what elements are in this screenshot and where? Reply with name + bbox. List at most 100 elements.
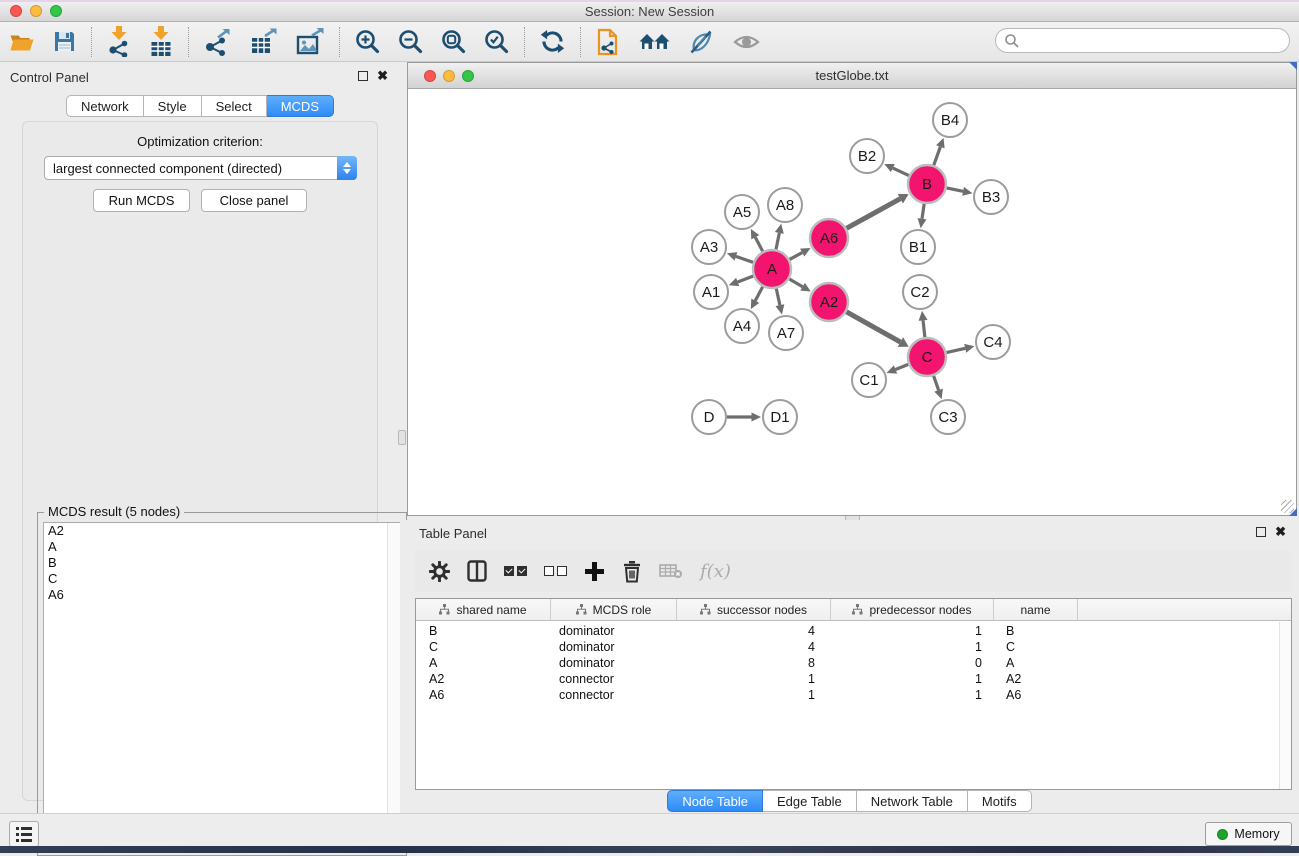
tab-network[interactable]: Network (66, 95, 144, 117)
graph-edge-A-A7[interactable] (776, 289, 780, 306)
tab-select[interactable]: Select (202, 95, 267, 117)
graph-edge-B-B4[interactable] (934, 147, 941, 165)
graph-edge-B-B1[interactable] (922, 204, 924, 219)
table-cell[interactable]: A6 (416, 687, 551, 703)
export-image-button[interactable] (287, 25, 333, 59)
graph-node-A8[interactable]: A8 (768, 188, 802, 222)
result-item[interactable]: A2 (44, 523, 400, 539)
table-cell[interactable]: B (416, 623, 551, 639)
graph-edge-B-B3[interactable] (947, 188, 963, 191)
table-cell[interactable]: dominator (551, 639, 677, 655)
search-field[interactable] (995, 28, 1290, 53)
graph-edge-C-C3[interactable] (934, 376, 939, 390)
zoom-out-button[interactable] (389, 25, 432, 59)
graph-node-A6[interactable]: A6 (810, 219, 848, 257)
graph-edge-A-A6[interactable] (790, 253, 803, 260)
tab-style[interactable]: Style (144, 95, 202, 117)
graph-edge-B-B2[interactable] (893, 168, 909, 175)
node-table[interactable]: shared nameMCDS rolesuccessor nodesprede… (415, 598, 1292, 790)
show-graphics-button[interactable] (724, 25, 769, 59)
graph-node-A2[interactable]: A2 (810, 283, 848, 321)
result-item[interactable]: A (44, 539, 400, 555)
close-panel-button[interactable]: Close panel (201, 189, 307, 212)
optimization-select[interactable]: largest connected component (directed) (44, 156, 357, 180)
result-scrollbar[interactable] (387, 523, 400, 849)
hide-annotations-button[interactable] (680, 25, 724, 59)
refresh-layout-button[interactable] (531, 25, 574, 59)
graph-node-C4[interactable]: C4 (976, 325, 1010, 359)
zoom-fit-button[interactable] (432, 25, 475, 59)
graph-edge-A-A3[interactable] (736, 256, 753, 262)
delete-table-button[interactable] (659, 563, 683, 579)
function-builder-button[interactable]: f(x) (700, 561, 731, 582)
new-network-from-selection-button[interactable] (587, 25, 630, 59)
graph-edge-A-A8[interactable] (776, 233, 779, 249)
tab-mcds[interactable]: MCDS (267, 95, 334, 117)
table-cell[interactable]: A (416, 655, 551, 671)
graph-node-D1[interactable]: D1 (763, 400, 797, 434)
column-header-name[interactable]: name (994, 599, 1078, 620)
float-panel-icon[interactable] (1256, 527, 1266, 537)
table-cell[interactable]: A2 (416, 671, 551, 687)
table-cell[interactable]: 1 (677, 671, 831, 687)
table-cell[interactable]: dominator (551, 655, 677, 671)
select-all-button[interactable] (504, 566, 527, 576)
graph-edge-A6-B[interactable] (847, 199, 901, 229)
graph-node-C2[interactable]: C2 (903, 275, 937, 309)
network-graph-canvas[interactable]: B4B2BB3A8A5A6A3B1AA1C2A2A4A7C4CC1DD1C3 (408, 89, 1294, 515)
close-panel-icon[interactable]: ✖ (1275, 527, 1286, 537)
table-cell[interactable]: dominator (551, 623, 677, 639)
graph-node-B2[interactable]: B2 (850, 139, 884, 173)
graph-node-A3[interactable]: A3 (692, 230, 726, 264)
export-table-button[interactable] (241, 25, 287, 59)
graph-node-C3[interactable]: C3 (931, 400, 965, 434)
table-cell[interactable]: B (994, 623, 1078, 639)
table-cell[interactable]: A (994, 655, 1078, 671)
zoom-selected-button[interactable] (475, 25, 518, 59)
column-header-shared-name[interactable]: shared name (416, 599, 551, 620)
column-header-successor-nodes[interactable]: successor nodes (677, 599, 831, 620)
table-cell[interactable]: 0 (831, 655, 994, 671)
graph-edge-A-A1[interactable] (738, 276, 754, 282)
table-row[interactable]: Adominator80A (416, 655, 1291, 671)
tab-edge-table[interactable]: Edge Table (763, 790, 857, 812)
table-row[interactable]: A2connector11A2 (416, 671, 1291, 687)
graph-node-B4[interactable]: B4 (933, 103, 967, 137)
table-cell[interactable]: C (416, 639, 551, 655)
task-history-button[interactable] (9, 821, 39, 847)
graph-node-B1[interactable]: B1 (901, 230, 935, 264)
open-session-button[interactable] (0, 25, 44, 59)
graph-node-A1[interactable]: A1 (694, 275, 728, 309)
result-item[interactable]: C (44, 571, 400, 587)
table-cell[interactable]: 4 (677, 623, 831, 639)
memory-button[interactable]: Memory (1205, 822, 1292, 846)
table-row[interactable]: Cdominator41C (416, 639, 1291, 655)
deselect-all-button[interactable] (544, 566, 567, 576)
zoom-in-button[interactable] (346, 25, 389, 59)
graph-edge-C-C4[interactable] (947, 348, 966, 352)
graph-edge-C-C1[interactable] (895, 364, 908, 369)
table-cell[interactable]: connector (551, 687, 677, 703)
table-row[interactable]: A6connector11A6 (416, 687, 1291, 703)
tab-motifs[interactable]: Motifs (968, 790, 1032, 812)
graph-node-A7[interactable]: A7 (769, 316, 803, 350)
float-panel-icon[interactable] (358, 71, 368, 81)
delete-column-button[interactable] (622, 560, 642, 583)
table-cell[interactable]: 8 (677, 655, 831, 671)
search-input[interactable] (1020, 31, 1289, 51)
graph-node-A[interactable]: A (753, 250, 791, 288)
graph-edge-A-A2[interactable] (789, 279, 802, 287)
graph-node-B3[interactable]: B3 (974, 180, 1008, 214)
table-cell[interactable]: 1 (831, 623, 994, 639)
table-row[interactable]: Bdominator41B (416, 623, 1291, 639)
graph-node-A4[interactable]: A4 (725, 309, 759, 343)
first-neighbors-button[interactable] (630, 25, 680, 59)
result-item[interactable]: B (44, 555, 400, 571)
column-header-predecessor-nodes[interactable]: predecessor nodes (831, 599, 994, 620)
table-cell[interactable]: 1 (831, 687, 994, 703)
table-cell[interactable]: A2 (994, 671, 1078, 687)
table-scrollbar[interactable] (1279, 622, 1291, 789)
show-column-button[interactable] (467, 560, 487, 582)
export-network-button[interactable] (195, 25, 241, 59)
graph-node-D[interactable]: D (692, 400, 726, 434)
